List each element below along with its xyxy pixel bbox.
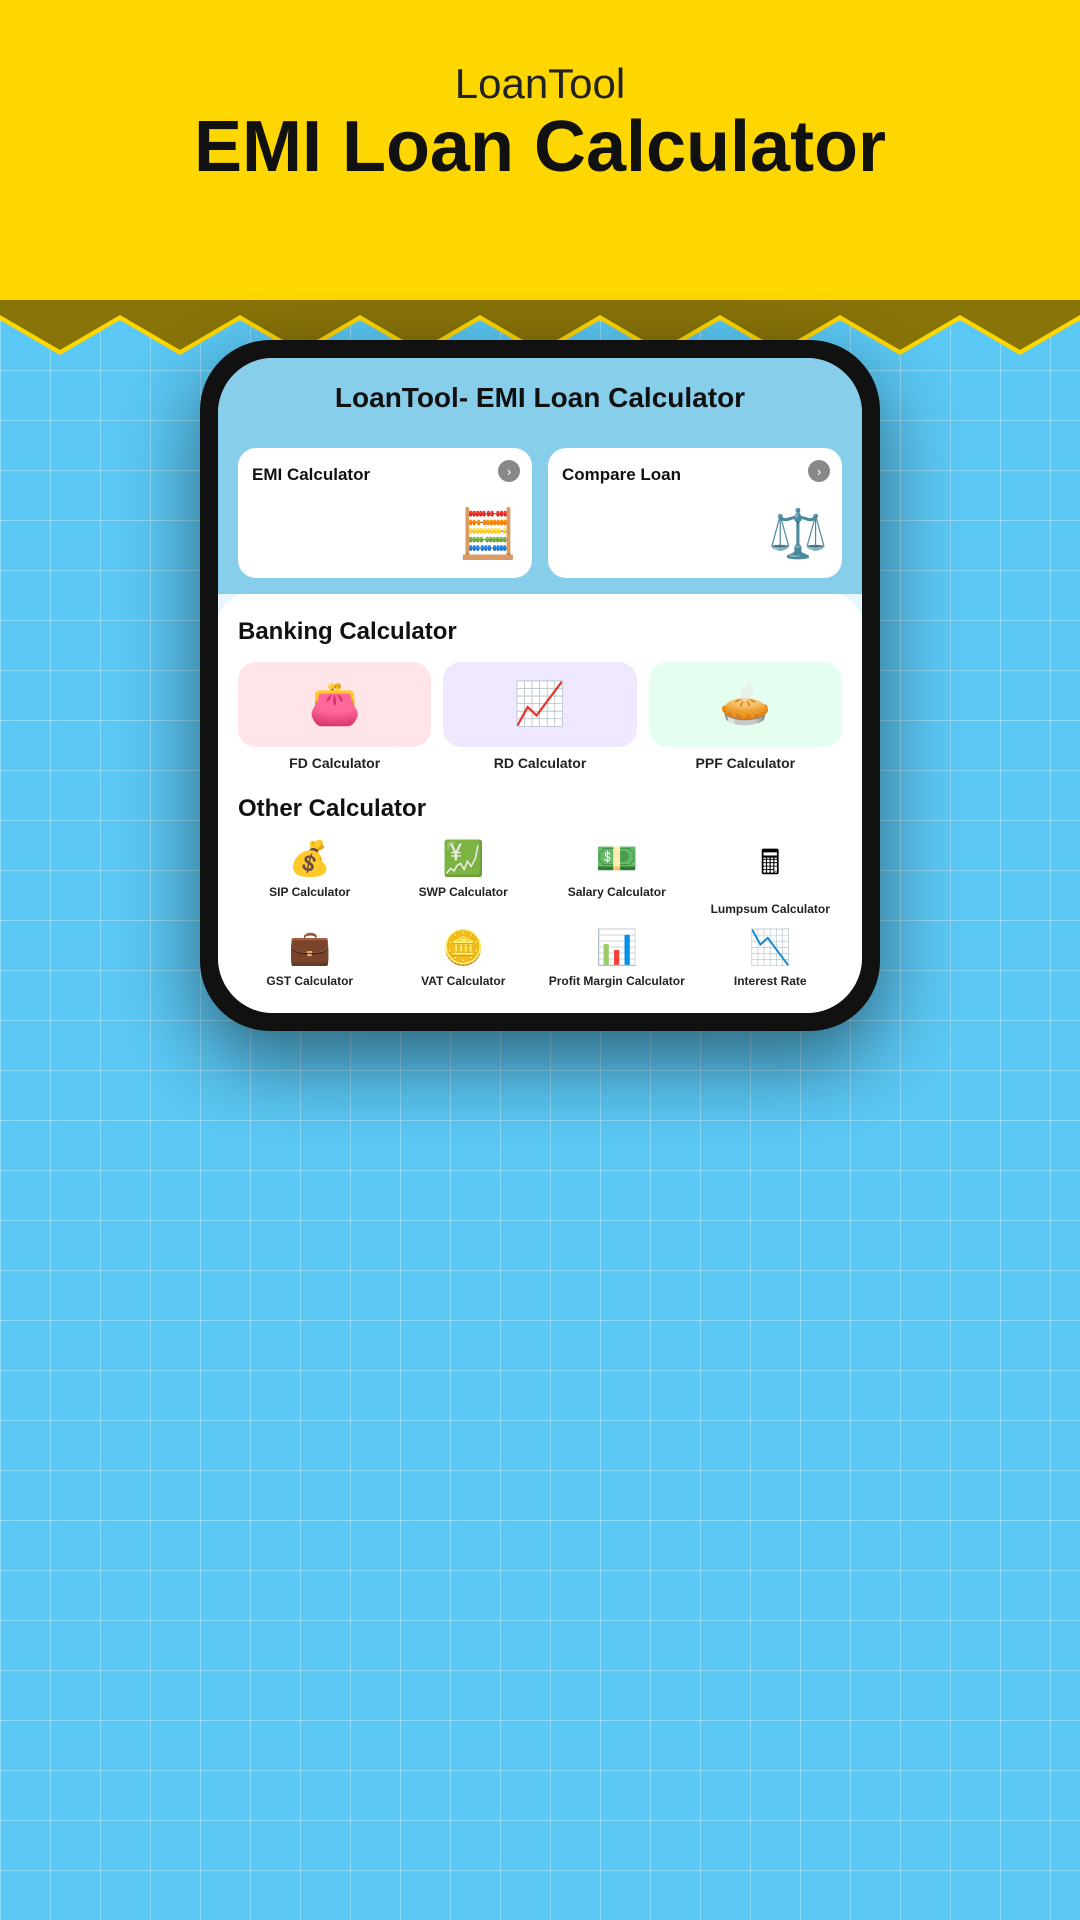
compare-loan-icon: ⚖️ (562, 505, 828, 562)
banking-calculator-row: 👛 FD Calculator 📈 RD Calculator 🥧 (238, 662, 842, 771)
banking-section-title: Banking Calculator (238, 618, 842, 646)
profit-margin-label: Profit Margin Calculator (549, 974, 685, 990)
vat-calculator-item[interactable]: 🪙 VAT Calculator (392, 928, 536, 990)
swp-label: SWP Calculator (419, 885, 508, 901)
gst-label: GST Calculator (266, 974, 353, 990)
emi-arrow-icon: › (498, 460, 520, 482)
phone-mockup: LoanTool- EMI Loan Calculator › EMI Calc… (200, 340, 880, 1031)
interest-rate-item[interactable]: 📉 Interest Rate (699, 928, 843, 990)
compare-arrow-icon: › (808, 460, 830, 482)
swp-calculator-item[interactable]: 💹 SWP Calculator (392, 839, 536, 918)
compare-loan-card[interactable]: › Compare Loan ⚖️ (548, 448, 842, 578)
lumpsum-calculator-item[interactable]: 🖩 Lumpsum Calculator (699, 839, 843, 918)
ppf-calculator-item[interactable]: 🥧 PPF Calculator (649, 662, 842, 771)
rd-icon-wrap: 📈 (443, 662, 636, 747)
salary-calculator-item[interactable]: 💵 Salary Calculator (545, 839, 689, 918)
emi-calculator-icon: 🧮 (252, 505, 518, 562)
profit-margin-calculator-item[interactable]: 📊 Profit Margin Calculator (545, 928, 689, 990)
salary-label: Salary Calculator (568, 885, 666, 901)
emi-calculator-card[interactable]: › EMI Calculator 🧮 (238, 448, 532, 578)
top-cards: › EMI Calculator 🧮 › Compare Loan ⚖️ (218, 432, 862, 594)
vat-icon: 🪙 (442, 928, 484, 968)
lumpsum-icon: 🖩 (760, 839, 780, 896)
ppf-label: PPF Calculator (696, 755, 796, 771)
interest-rate-icon: 📉 (749, 928, 791, 968)
app-title: LoanTool- EMI Loan Calculator (248, 382, 832, 414)
emi-card-label: EMI Calculator (252, 464, 518, 486)
header-subtitle: LoanTool (0, 60, 1080, 108)
fd-calculator-icon: 👛 (309, 680, 361, 729)
vat-label: VAT Calculator (421, 974, 505, 990)
rd-calculator-icon: 📈 (514, 680, 566, 729)
header: LoanTool EMI Loan Calculator (0, 0, 1080, 187)
other-section-title: Other Calculator (238, 795, 842, 823)
header-title: EMI Loan Calculator (0, 108, 1080, 187)
other-calculator-grid: 💰 SIP Calculator 💹 SWP Calculator 💵 Sala… (238, 839, 842, 989)
fd-calculator-item[interactable]: 👛 FD Calculator (238, 662, 431, 771)
fd-icon-wrap: 👛 (238, 662, 431, 747)
rd-calculator-item[interactable]: 📈 RD Calculator (443, 662, 636, 771)
profit-margin-icon: 📊 (596, 928, 638, 968)
gst-calculator-item[interactable]: 💼 GST Calculator (238, 928, 382, 990)
ppf-calculator-icon: 🥧 (719, 680, 771, 729)
compare-card-label: Compare Loan (562, 464, 828, 486)
fd-label: FD Calculator (289, 755, 380, 771)
rd-label: RD Calculator (494, 755, 587, 771)
ppf-icon-wrap: 🥧 (649, 662, 842, 747)
interest-rate-label: Interest Rate (734, 974, 807, 990)
sip-icon: 💰 (289, 839, 331, 879)
app-header: LoanTool- EMI Loan Calculator (218, 358, 862, 432)
sip-label: SIP Calculator (269, 885, 350, 901)
content-area: Banking Calculator 👛 FD Calculator 📈 RD … (218, 594, 862, 1013)
gst-icon: 💼 (289, 928, 331, 968)
sip-calculator-item[interactable]: 💰 SIP Calculator (238, 839, 382, 918)
lumpsum-label: Lumpsum Calculator (711, 902, 830, 918)
salary-icon: 💵 (596, 839, 638, 879)
swp-icon: 💹 (442, 839, 484, 879)
